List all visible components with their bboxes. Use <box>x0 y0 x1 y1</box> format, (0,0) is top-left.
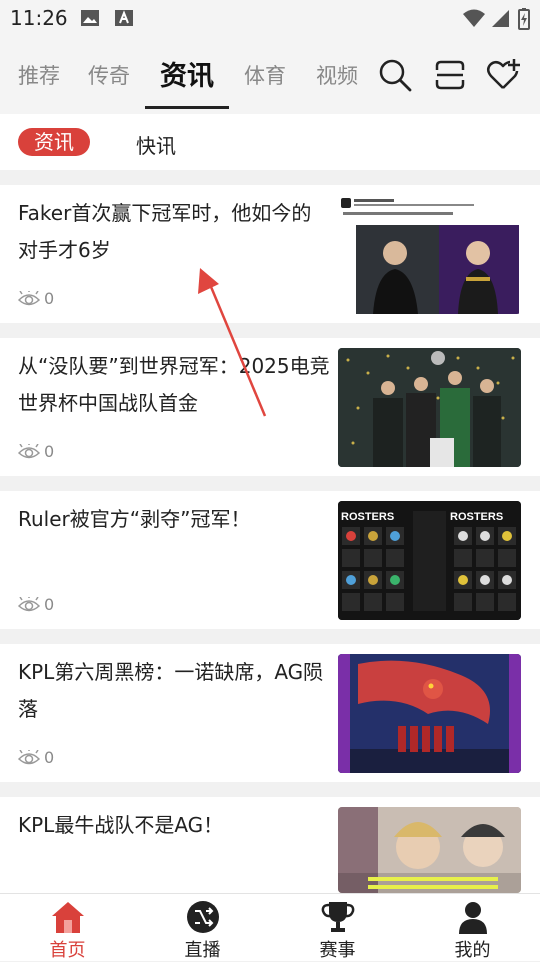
subtab-news[interactable]: 资讯 <box>18 128 90 156</box>
profile-icon <box>458 902 487 934</box>
active-tab-indicator <box>145 106 229 109</box>
tab-recommend[interactable]: 推荐 <box>18 60 60 90</box>
news-item[interactable]: KPL最牛战队不是AG！ <box>0 797 540 893</box>
view-count-value: 0 <box>44 289 55 308</box>
font-icon <box>115 10 133 26</box>
view-count: 0 <box>18 595 54 614</box>
view-eye-icon <box>18 596 40 611</box>
news-thumbnail <box>338 807 521 893</box>
nav-home[interactable]: 首页 <box>0 894 135 961</box>
nav-matches[interactable]: 赛事 <box>270 894 405 961</box>
tab-news[interactable]: 资讯 <box>160 54 214 93</box>
nav-profile[interactable]: 我的 <box>405 894 540 961</box>
top-category-nav: 推荐 传奇 资讯 体育 视频 <box>0 38 540 114</box>
battery-icon <box>518 8 530 30</box>
view-count: 0 <box>18 748 54 767</box>
subtab-flash[interactable]: 快讯 <box>136 130 176 159</box>
view-count: 0 <box>18 442 54 461</box>
rosters-graphic-image: ROSTERS ROSTERS <box>338 501 521 620</box>
rosters-right-label: ROSTERS <box>450 511 503 523</box>
status-bar: 11:26 <box>0 0 540 38</box>
nav-profile-label: 我的 <box>454 940 491 961</box>
view-count-value: 0 <box>44 595 55 614</box>
news-thumbnail <box>338 654 521 773</box>
gallery-icon <box>81 10 99 26</box>
news-item[interactable]: 从“没队要”到世界冠军：2025电竞世界杯中国战队首金 0 <box>0 338 540 476</box>
news-title: Faker首次赢下冠军时，他如今的对手才6岁 <box>18 201 312 262</box>
view-count-value: 0 <box>44 442 55 461</box>
home-icon <box>51 902 84 933</box>
live-icon <box>186 901 219 933</box>
search-icon[interactable] <box>378 58 412 92</box>
sub-tabs: 资讯 快讯 <box>0 114 540 170</box>
signal-icon <box>492 10 509 27</box>
news-title: KPL第六周黑榜：一诺缺席，AG陨落 <box>18 660 324 721</box>
view-count: 0 <box>18 289 54 308</box>
news-item[interactable]: Faker首次赢下冠军时，他如今的对手才6岁 0 <box>0 185 540 323</box>
news-title: 从“没队要”到世界冠军：2025电竞世界杯中国战队首金 <box>18 354 330 415</box>
trophy-celebration-image <box>338 348 521 467</box>
news-title: Ruler被官方“剥夺”冠军！ <box>18 507 251 531</box>
tab-video[interactable]: 视频 <box>316 60 358 90</box>
news-thumbnail <box>338 195 521 314</box>
news-title: KPL最牛战队不是AG！ <box>18 813 224 837</box>
trophy-icon <box>321 902 354 932</box>
news-thumbnail: ROSTERS ROSTERS <box>338 501 521 620</box>
tab-sports[interactable]: 体育 <box>244 60 286 90</box>
nav-home-label: 首页 <box>49 940 86 961</box>
view-count-value: 0 <box>44 748 55 767</box>
news-thumbnail <box>338 348 521 467</box>
rosters-left-label: ROSTERS <box>341 511 394 523</box>
tab-legend[interactable]: 传奇 <box>88 60 130 90</box>
nav-live[interactable]: 直播 <box>135 894 270 961</box>
bottom-nav: 首页 直播 赛事 我的 <box>0 893 540 961</box>
player-faces-image <box>338 807 521 893</box>
scan-icon[interactable] <box>433 58 467 92</box>
nav-live-label: 直播 <box>184 940 221 961</box>
view-eye-icon <box>18 443 40 458</box>
tweet-screenshot-image <box>338 195 521 314</box>
stage-dragon-image <box>338 654 521 773</box>
view-eye-icon <box>18 290 40 305</box>
favorite-add-icon[interactable] <box>486 58 522 92</box>
nav-matches-label: 赛事 <box>319 940 356 961</box>
status-time: 11:26 <box>10 6 68 30</box>
news-item[interactable]: Ruler被官方“剥夺”冠军！ 0 ROSTERS ROSTERS <box>0 491 540 629</box>
news-item[interactable]: KPL第六周黑榜：一诺缺席，AG陨落 0 <box>0 644 540 782</box>
wifi-icon <box>463 9 485 27</box>
view-eye-icon <box>18 749 40 764</box>
